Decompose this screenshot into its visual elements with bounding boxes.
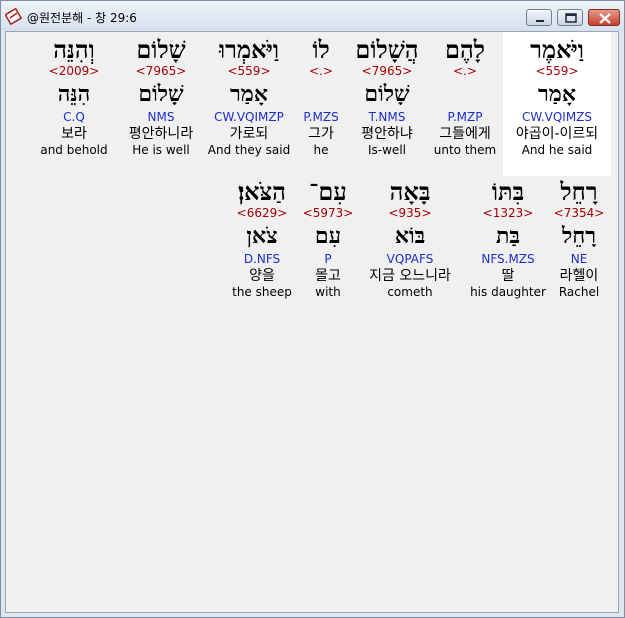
word-block[interactable]: הֲשָׁלוֹם <7965> שָׁלוֹם T.NMS 평안하냐 Is-w… [348,35,426,158]
hebrew-word: וְהִנֵּה [53,35,95,64]
korean-gloss: 양을 [249,268,275,284]
hebrew-root: הִנֵּה [57,81,91,107]
window-title: @원전분해 - 창 29:6 [27,11,137,25]
app-window: @원전분해 - 창 29:6 וַיֹּאמֶר <559> אָמַר CW.… [0,0,625,618]
hebrew-root: רָחֵל [561,223,597,249]
word-block[interactable]: וַיֹּאמְרוּ <559> אָמַר CW.VQIMZP 가로되 An… [206,35,292,158]
hebrew-word: שָׁלוֹם [136,35,186,64]
hebrew-root: עִם [314,223,342,249]
word-block[interactable]: בִּתּוֹ <1323> בַּת NFS.MZS 딸 his daught… [466,177,550,300]
hebrew-root: אָמַר [538,81,576,107]
hebrew-word: בִּתּוֹ [491,177,525,206]
parsing-code: P.MZP [447,110,483,124]
english-gloss: his daughter [470,285,546,299]
close-icon [599,13,611,24]
hebrew-root: בּוֹא [394,223,426,249]
strong-number[interactable]: <559> [503,64,611,78]
parsing-code: CW.VQIMZP [214,110,284,124]
bible-app-icon[interactable] [4,7,23,26]
korean-gloss: 몰고 [315,268,341,284]
strong-number[interactable]: <7354> [548,206,610,220]
hebrew-word: לָהֶם [444,35,485,64]
hebrew-word: הֲשָׁלוֹם [355,35,419,64]
interlinear-panel: וַיֹּאמֶר <559> אָמַר CW.VQIMZS 야곱이-이르되 … [5,31,619,613]
korean-gloss: 딸 [501,268,515,284]
title-bar[interactable]: @원전분해 - 창 29:6 [1,1,624,31]
english-gloss: He is well [132,143,190,157]
english-gloss: unto them [433,143,497,157]
english-gloss: cometh [387,285,433,299]
minimize-button[interactable] [526,9,552,26]
korean-gloss: 야곱이-이르되 [515,126,599,142]
hebrew-root [430,80,500,108]
word-block[interactable]: וַיֹּאמֶר <559> אָמַר CW.VQIMZS 야곱이-이르되 … [503,32,611,176]
hebrew-word: וַיֹּאמֶר [530,35,584,64]
parsing-code: NMS [147,110,175,124]
parsing-code: NE [570,252,588,266]
strong-number[interactable]: <.> [430,64,500,78]
word-block[interactable]: הַצֹּאן׃ <6629> צֹאן D.NFS 양을 the sheep [228,177,296,300]
hebrew-word: הַצֹּאן׃ [238,177,286,206]
strong-number[interactable]: <2009> [36,64,112,78]
parsing-code: P.MZS [303,110,339,124]
korean-gloss: 그들에게 [439,126,491,142]
parsing-code: P [324,252,332,266]
parsing-code: T.NMS [368,110,406,124]
hebrew-word: רָחֵל [560,177,598,206]
hebrew-root: אָמַר [230,81,268,107]
strong-number[interactable]: <559> [206,64,292,78]
minimize-icon [536,20,544,22]
hebrew-root [296,80,346,108]
english-gloss: and behold [40,143,108,157]
hebrew-root: צֹאן [246,223,278,249]
english-gloss: And he said [521,143,593,157]
parsing-code: CW.VQIMZS [521,110,593,124]
korean-gloss: 평안하니라 [128,126,194,142]
hebrew-root: שָׁלוֹם [138,81,184,107]
strong-number[interactable]: <5973> [302,206,354,220]
english-gloss: Rachel [558,285,600,299]
parsing-code: D.NFS [243,252,281,266]
strong-number[interactable]: <935> [358,206,462,220]
maximize-icon [565,13,577,23]
parsing-code: NFS.MZS [481,252,535,266]
word-block[interactable]: וְהִנֵּה <2009> הִנֵּה C.Q 보라 and behold [36,35,112,158]
english-gloss: Is-well [368,143,406,157]
hebrew-word: עִם־ [309,177,347,206]
strong-number[interactable]: <1323> [466,206,550,220]
strong-number[interactable]: <7965> [122,64,200,78]
hebrew-word: לוֹ [312,35,330,64]
word-block[interactable]: שָׁלוֹם <7965> שָׁלוֹם NMS 평안하니라 He is w… [122,35,200,158]
korean-gloss: 가로되 [229,126,269,142]
strong-number[interactable]: <6629> [228,206,296,220]
strong-number[interactable]: <7965> [348,64,426,78]
hebrew-root: שָׁלוֹם [364,81,410,107]
word-block[interactable]: לָהֶם <.> P.MZP 그들에게 unto them [430,35,500,158]
strong-number[interactable]: <.> [296,64,346,78]
english-gloss: with [315,285,341,299]
hebrew-root: בַּת [495,223,521,249]
korean-gloss: 보라 [61,126,87,142]
word-block[interactable]: לוֹ <.> P.MZS 그가 he [296,35,346,158]
hebrew-word: וַיֹּאמְרוּ [219,35,279,64]
word-block[interactable]: עִם־ <5973> עִם P 몰고 with [302,177,354,300]
parsing-code: C.Q [63,110,85,124]
close-button[interactable] [588,9,620,26]
korean-gloss: 라헬이 [559,268,599,284]
english-gloss: the sheep [232,285,292,299]
word-block[interactable]: בָּאָה <935> בּוֹא VQPAFS 지금 오느니라 cometh [358,177,462,300]
english-gloss: he [313,143,329,157]
parsing-code: VQPAFS [386,252,434,266]
korean-gloss: 그가 [308,126,334,142]
word-block[interactable]: רָחֵל <7354> רָחֵל NE 라헬이 Rachel [548,177,610,300]
korean-gloss: 지금 오느니라 [369,268,451,284]
english-gloss: And they said [207,143,291,157]
hebrew-word: בָּאָה [389,177,431,206]
korean-gloss: 평안하냐 [361,126,413,142]
maximize-button[interactable] [557,9,583,26]
